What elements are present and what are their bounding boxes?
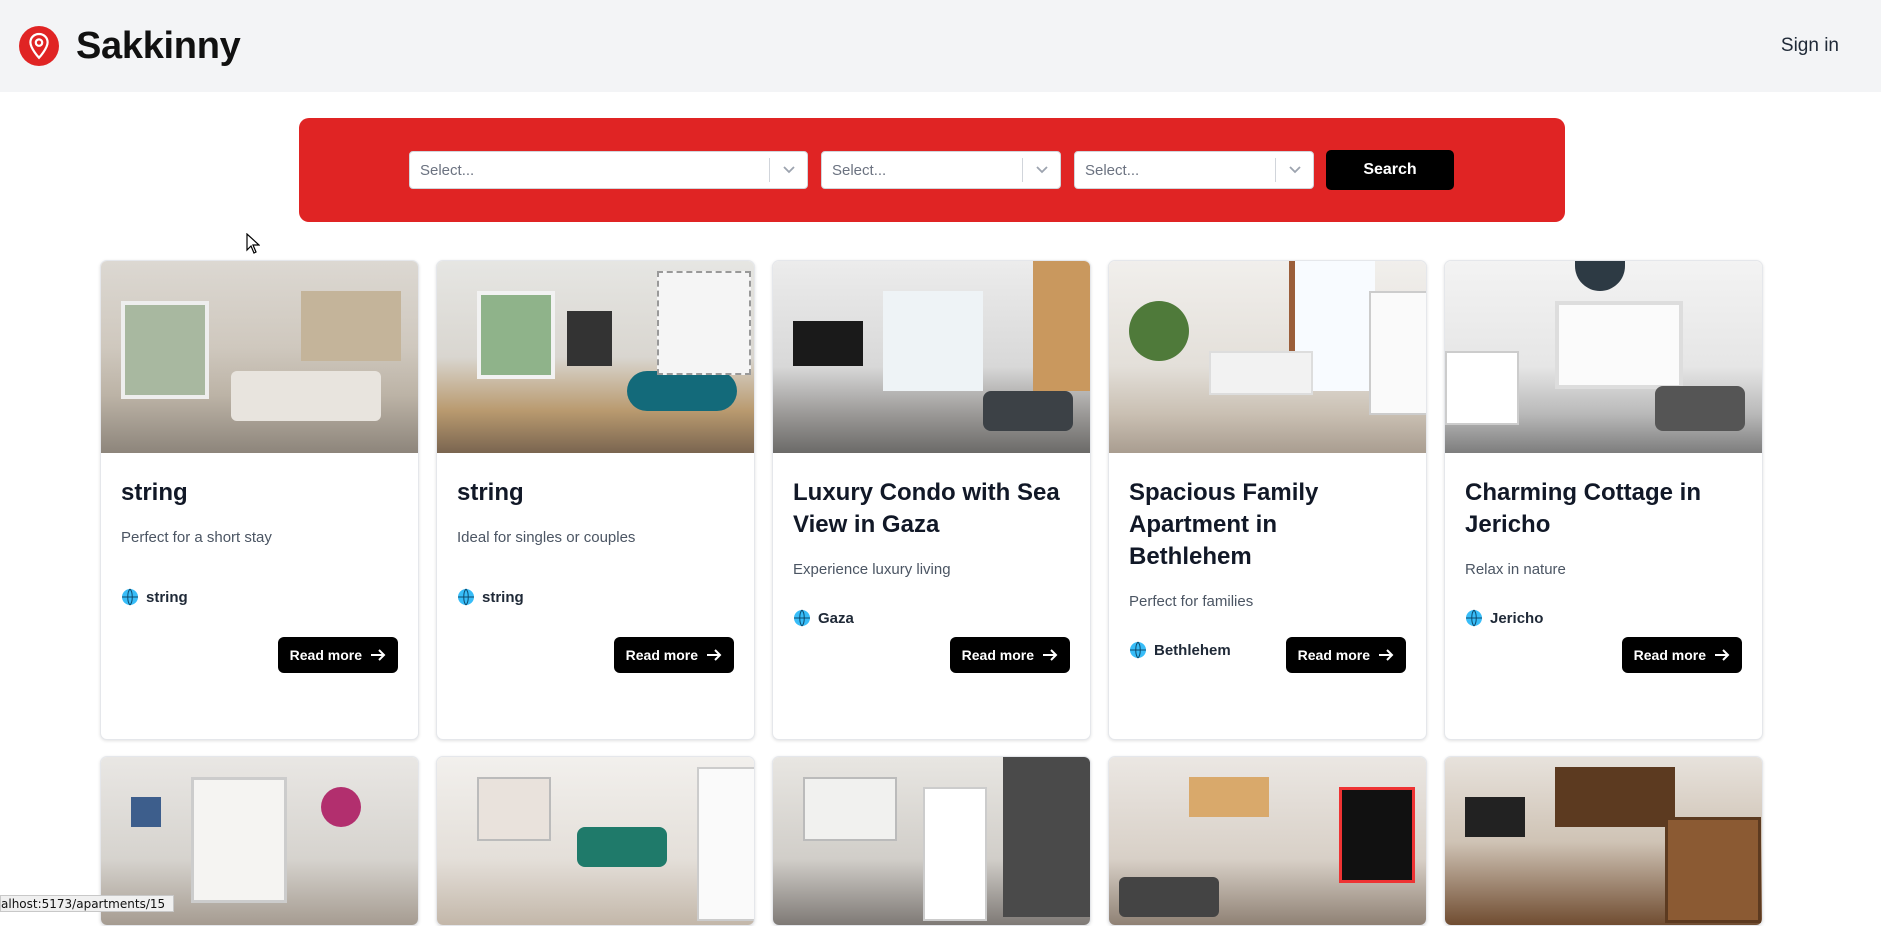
apartment-card[interactable] bbox=[772, 756, 1091, 926]
card-title: string bbox=[457, 479, 524, 506]
apartment-card[interactable]: Luxury Condo with Sea View in Gaza Exper… bbox=[772, 260, 1091, 740]
card-title: string bbox=[121, 479, 188, 506]
globe-icon bbox=[1466, 609, 1482, 627]
card-location: string bbox=[457, 588, 734, 606]
apartment-card[interactable] bbox=[1444, 756, 1763, 926]
read-more-label: Read more bbox=[625, 647, 698, 663]
location-pin-icon bbox=[19, 26, 59, 66]
location-label: string bbox=[146, 588, 188, 606]
apartment-card[interactable]: string Ideal for singles or couples stri… bbox=[436, 260, 755, 740]
apartment-card[interactable]: string Perfect for a short stay string R… bbox=[100, 260, 419, 740]
link-preview-status: alhost:5173/apartments/15 bbox=[0, 895, 175, 912]
card-description: Perfect for a short stay bbox=[121, 529, 272, 546]
chevron-down-icon[interactable] bbox=[1023, 165, 1060, 175]
search-panel: Select... Select... Select... Search bbox=[299, 118, 1565, 222]
top-nav: Sakkinny Sign in bbox=[0, 0, 1881, 92]
select-placeholder: Select... bbox=[420, 161, 475, 179]
read-more-label: Read more bbox=[1633, 647, 1706, 663]
card-location: Gaza bbox=[793, 609, 1070, 627]
sign-in-link[interactable]: Sign in bbox=[1781, 35, 1839, 57]
arrow-right-icon bbox=[1379, 649, 1394, 661]
card-description: Ideal for singles or couples bbox=[457, 529, 636, 546]
globe-icon bbox=[458, 588, 474, 606]
brand-name: Sakkinny bbox=[76, 24, 241, 67]
location-label: string bbox=[482, 588, 524, 606]
apartment-photo[interactable] bbox=[437, 757, 754, 925]
location-label: Bethlehem bbox=[1154, 641, 1231, 659]
read-more-button[interactable]: Read more bbox=[277, 637, 398, 673]
card-title: Luxury Condo with Sea View in Gaza bbox=[793, 479, 1060, 538]
filter-select-2[interactable]: Select... bbox=[821, 151, 1061, 189]
card-description: Perfect for families bbox=[1129, 593, 1254, 610]
filter-select-3[interactable]: Select... bbox=[1074, 151, 1314, 189]
chevron-down-icon[interactable] bbox=[1276, 165, 1313, 175]
read-more-label: Read more bbox=[289, 647, 362, 663]
location-label: Gaza bbox=[818, 609, 854, 627]
globe-icon bbox=[1130, 641, 1146, 659]
arrow-right-icon bbox=[371, 649, 386, 661]
read-more-button[interactable]: Read more bbox=[949, 637, 1070, 673]
apartment-photo[interactable] bbox=[1445, 261, 1762, 453]
read-more-button[interactable]: Read more bbox=[613, 637, 734, 673]
apartment-photo[interactable] bbox=[773, 261, 1090, 453]
read-more-label: Read more bbox=[961, 647, 1034, 663]
apartment-card[interactable]: Spacious Family Apartment in Bethlehem P… bbox=[1108, 260, 1427, 740]
read-more-button[interactable]: Read more bbox=[1285, 637, 1406, 673]
apartment-card[interactable] bbox=[436, 756, 755, 926]
mouse-cursor-icon bbox=[246, 233, 260, 254]
arrow-right-icon bbox=[1715, 649, 1730, 661]
globe-icon bbox=[794, 609, 810, 627]
card-location: Jericho bbox=[1465, 609, 1742, 627]
globe-icon bbox=[122, 588, 138, 606]
arrow-right-icon bbox=[707, 649, 722, 661]
select-placeholder: Select... bbox=[1085, 161, 1140, 179]
location-label: Jericho bbox=[1490, 609, 1544, 627]
chevron-down-icon[interactable] bbox=[770, 165, 807, 175]
apartment-photo[interactable] bbox=[1109, 757, 1426, 925]
read-more-label: Read more bbox=[1297, 647, 1370, 663]
card-location: string bbox=[121, 588, 398, 606]
card-description: Experience luxury living bbox=[793, 561, 951, 578]
filter-select-1[interactable]: Select... bbox=[409, 151, 808, 189]
apartment-photo[interactable] bbox=[1109, 261, 1426, 453]
card-title: Spacious Family Apartment in Bethlehem bbox=[1129, 479, 1319, 570]
brand[interactable]: Sakkinny bbox=[18, 24, 241, 68]
card-title: Charming Cottage in Jericho bbox=[1465, 479, 1702, 538]
apartment-card[interactable] bbox=[1108, 756, 1427, 926]
arrow-right-icon bbox=[1043, 649, 1058, 661]
apartment-photo[interactable] bbox=[437, 261, 754, 453]
apartment-photo[interactable] bbox=[101, 261, 418, 453]
apartment-card[interactable]: Charming Cottage in Jericho Relax in nat… bbox=[1444, 260, 1763, 740]
select-placeholder: Select... bbox=[832, 161, 887, 179]
card-description: Relax in nature bbox=[1465, 561, 1566, 578]
apartment-photo[interactable] bbox=[1445, 757, 1762, 925]
search-button[interactable]: Search bbox=[1326, 150, 1454, 190]
read-more-button[interactable]: Read more bbox=[1621, 637, 1742, 673]
apartment-photo[interactable] bbox=[773, 757, 1090, 925]
